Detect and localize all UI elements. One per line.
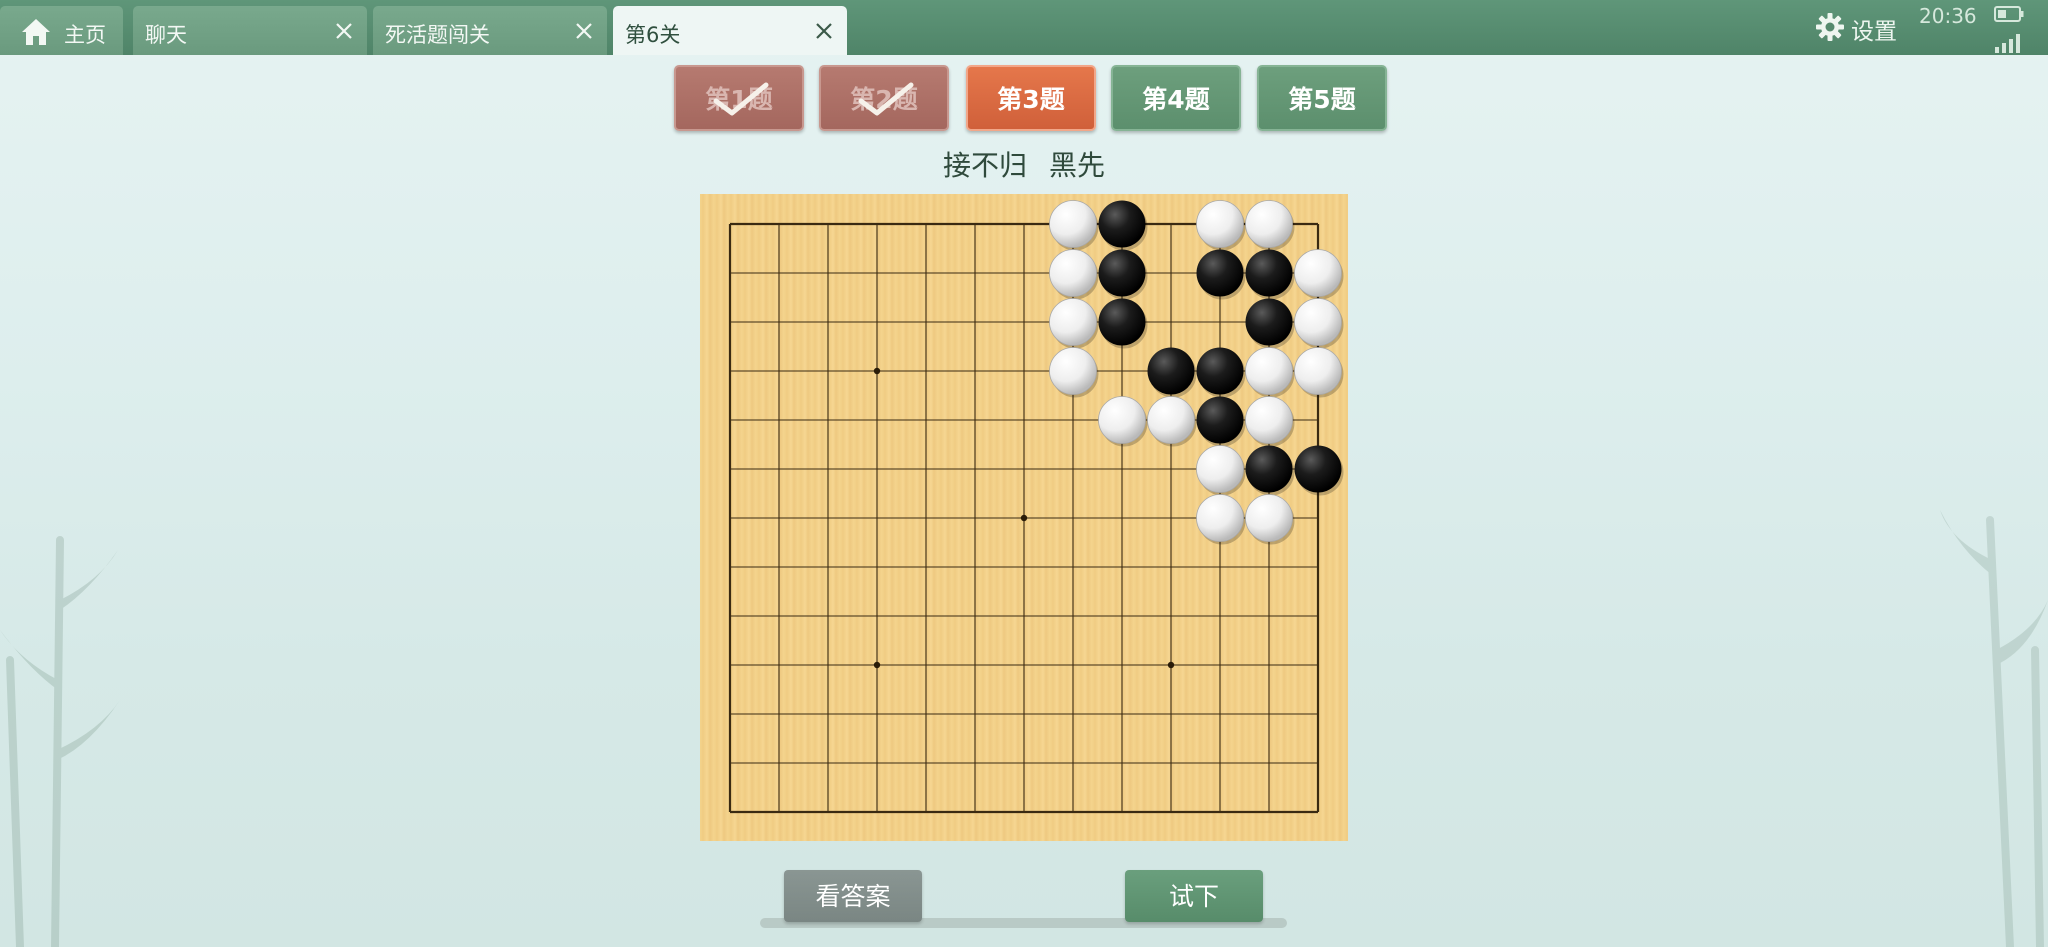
go-board[interactable] [700, 194, 1348, 841]
tab-chat-label: 聊天 [145, 23, 187, 47]
stones [1049, 200, 1344, 545]
black-stone [1098, 298, 1146, 346]
tab-home[interactable]: 主页 [0, 6, 123, 55]
star-point [1167, 661, 1175, 669]
black-stone [1245, 298, 1293, 346]
tab-life-death-challenge[interactable]: 死活题闯关 [373, 6, 607, 55]
black-stone [1147, 347, 1195, 395]
problem-5-label: 第5题 [1288, 85, 1356, 114]
close-icon[interactable] [333, 20, 355, 42]
checkmark-icon [713, 82, 769, 116]
bamboo-decoration [1940, 510, 2048, 947]
white-stone [1049, 298, 1097, 346]
white-stone [1294, 249, 1342, 297]
black-stone [1196, 396, 1244, 444]
top-bar: 主页 聊天 死活题闯关 第6关 设置 20:36 [0, 0, 2048, 55]
signal-icon [1995, 34, 2020, 53]
white-stone [1049, 249, 1097, 297]
star-point [873, 661, 881, 669]
problem-2-button[interactable]: 第2题 [819, 65, 949, 131]
battery-icon [1994, 6, 2024, 22]
white-stone [1049, 200, 1097, 248]
problem-to-play: 黑先 [1049, 149, 1106, 182]
star-point [873, 367, 881, 375]
problem-title: 接不归 黑先 [0, 144, 2048, 184]
go-board-grid[interactable] [700, 194, 1348, 841]
settings-label: 设置 [1851, 19, 1897, 45]
close-icon[interactable] [813, 20, 835, 42]
clock: 20:36 [1919, 4, 1977, 28]
black-stone [1196, 347, 1244, 395]
view-answer-button[interactable]: 看答案 [784, 870, 922, 922]
tab-chat[interactable]: 聊天 [133, 6, 367, 55]
white-stone [1049, 347, 1097, 395]
checkmark-icon [858, 82, 914, 116]
black-stone [1196, 249, 1244, 297]
white-stone [1196, 494, 1244, 542]
black-stone [1294, 445, 1342, 493]
problem-5-button[interactable]: 第5题 [1257, 65, 1387, 131]
white-stone [1294, 347, 1342, 395]
black-stone [1245, 249, 1293, 297]
white-stone [1294, 298, 1342, 346]
tab-level-6-label: 第6关 [625, 23, 681, 47]
white-stone [1147, 396, 1195, 444]
black-stone [1245, 445, 1293, 493]
white-stone [1245, 494, 1293, 542]
problem-4-button[interactable]: 第4题 [1111, 65, 1241, 131]
problem-1-button[interactable]: 第1题 [674, 65, 804, 131]
problem-3-label: 第3题 [997, 85, 1065, 114]
problem-4-label: 第4题 [1142, 85, 1210, 114]
tab-level-6[interactable]: 第6关 [613, 6, 847, 55]
white-stone [1196, 200, 1244, 248]
problem-theme: 接不归 [942, 149, 1027, 182]
try-move-button[interactable]: 试下 [1125, 870, 1263, 922]
tab-life-death-label: 死活题闯关 [385, 23, 490, 47]
bamboo-decoration [0, 536, 120, 947]
close-icon[interactable] [573, 20, 595, 42]
white-stone [1196, 445, 1244, 493]
problem-3-button[interactable]: 第3题 [966, 65, 1096, 131]
white-stone [1245, 396, 1293, 444]
white-stone [1245, 347, 1293, 395]
tab-home-label: 主页 [64, 23, 106, 47]
black-stone [1098, 249, 1146, 297]
star-point [1020, 514, 1028, 522]
white-stone [1245, 200, 1293, 248]
white-stone [1098, 396, 1146, 444]
black-stone [1098, 200, 1146, 248]
home-icon [22, 19, 50, 45]
gear-icon [1816, 13, 1844, 41]
